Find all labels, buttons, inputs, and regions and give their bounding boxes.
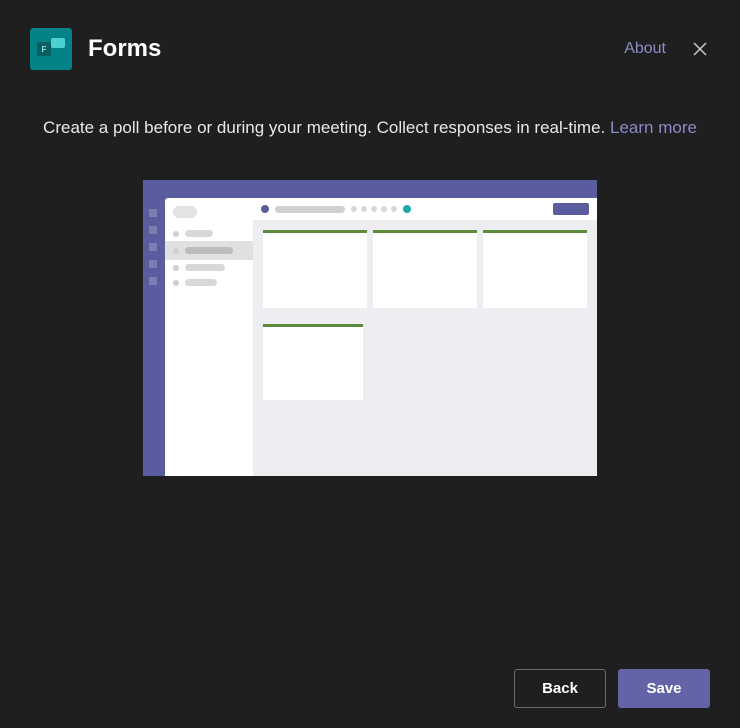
learn-more-link[interactable]: Learn more [610, 118, 697, 137]
dialog-footer: Back Save [514, 669, 710, 708]
back-button[interactable]: Back [514, 669, 606, 708]
close-button[interactable] [690, 39, 710, 59]
app-title: Forms [88, 35, 161, 63]
app-preview-image [143, 180, 597, 476]
header-left: F Forms [30, 28, 161, 70]
header-right: About [624, 39, 710, 59]
description-text: Create a poll before or during your meet… [43, 118, 605, 137]
save-button[interactable]: Save [618, 669, 710, 708]
app-description: Create a poll before or during your meet… [0, 70, 740, 138]
close-icon [692, 41, 708, 57]
dialog-header: F Forms About [0, 0, 740, 70]
forms-app-icon: F [30, 28, 72, 70]
about-link[interactable]: About [624, 40, 666, 58]
